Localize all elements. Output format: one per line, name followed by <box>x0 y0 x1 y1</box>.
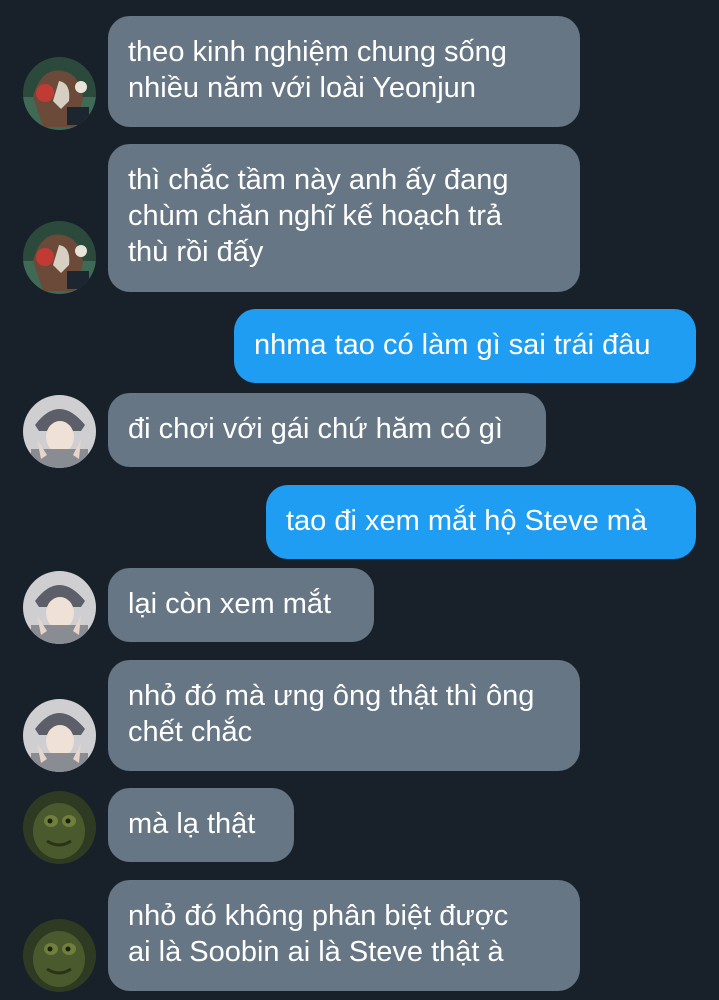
message-line: theo kinh nghiệm chung sống <box>128 36 507 68</box>
message-line: thù rồi đấy <box>128 236 264 268</box>
witch-avatar[interactable] <box>23 221 96 294</box>
message-bubble-incoming[interactable]: lại còn xem mắt <box>108 568 374 642</box>
creature-avatar[interactable] <box>23 919 96 992</box>
witch-avatar[interactable] <box>23 57 96 130</box>
message-bubble-outgoing[interactable]: tao đi xem mắt hộ Steve mà <box>266 485 696 559</box>
message-bubble-incoming[interactable]: mà lạ thật <box>108 788 294 862</box>
message-line: nhiều năm với loài Yeonjun <box>128 72 476 104</box>
message-line: nhỏ đó không phân biệt được <box>128 900 509 932</box>
message-line: nhma tao có làm gì sai trái đâu <box>254 329 651 361</box>
message-bubble-incoming[interactable]: theo kinh nghiệm chung sống nhiều năm vớ… <box>108 16 580 127</box>
message-line: ai là Soobin ai là Steve thật à <box>128 936 504 968</box>
person-avatar[interactable] <box>23 395 96 468</box>
message-bubble-incoming[interactable]: nhỏ đó không phân biệt được ai là Soobin… <box>108 880 580 991</box>
message-line: đi chơi với gái chứ hăm có gì <box>128 413 503 445</box>
message-line: chết chắc <box>128 716 253 748</box>
message-line: nhỏ đó mà ưng ông thật thì ông <box>128 680 535 712</box>
chat-screen: { "conversation": { "messages": [ {"side… <box>0 0 719 1000</box>
person-avatar[interactable] <box>23 571 96 644</box>
message-line: thì chắc tầm này anh ấy đang <box>128 164 509 196</box>
creature-avatar[interactable] <box>23 791 96 864</box>
message-line: chùm chăn nghĩ kế hoạch trả <box>128 200 503 232</box>
message-line: lại còn xem mắt <box>128 588 332 620</box>
message-bubble-outgoing[interactable]: nhma tao có làm gì sai trái đâu <box>234 309 696 383</box>
message-line: mà lạ thật <box>128 808 256 840</box>
message-bubble-incoming[interactable]: nhỏ đó mà ưng ông thật thì ông chết chắc <box>108 660 580 771</box>
message-bubble-incoming[interactable]: đi chơi với gái chứ hăm có gì <box>108 393 546 467</box>
message-bubble-incoming[interactable]: thì chắc tầm này anh ấy đang chùm chăn n… <box>108 144 580 292</box>
person-avatar[interactable] <box>23 699 96 772</box>
message-line: tao đi xem mắt hộ Steve mà <box>286 505 648 537</box>
